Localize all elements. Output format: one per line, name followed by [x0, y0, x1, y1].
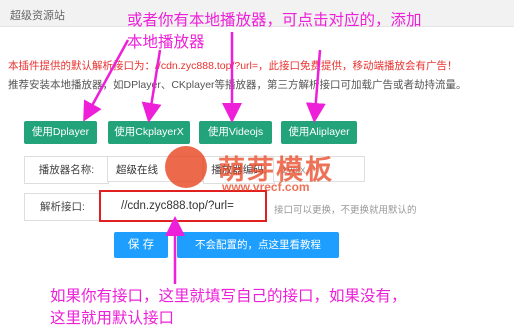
annotation-arrows — [83, 32, 326, 284]
arrow-to-dplayer — [83, 39, 130, 122]
arrow-to-ckplayer — [141, 49, 162, 123]
arrow-to-aliplayer — [305, 49, 326, 123]
